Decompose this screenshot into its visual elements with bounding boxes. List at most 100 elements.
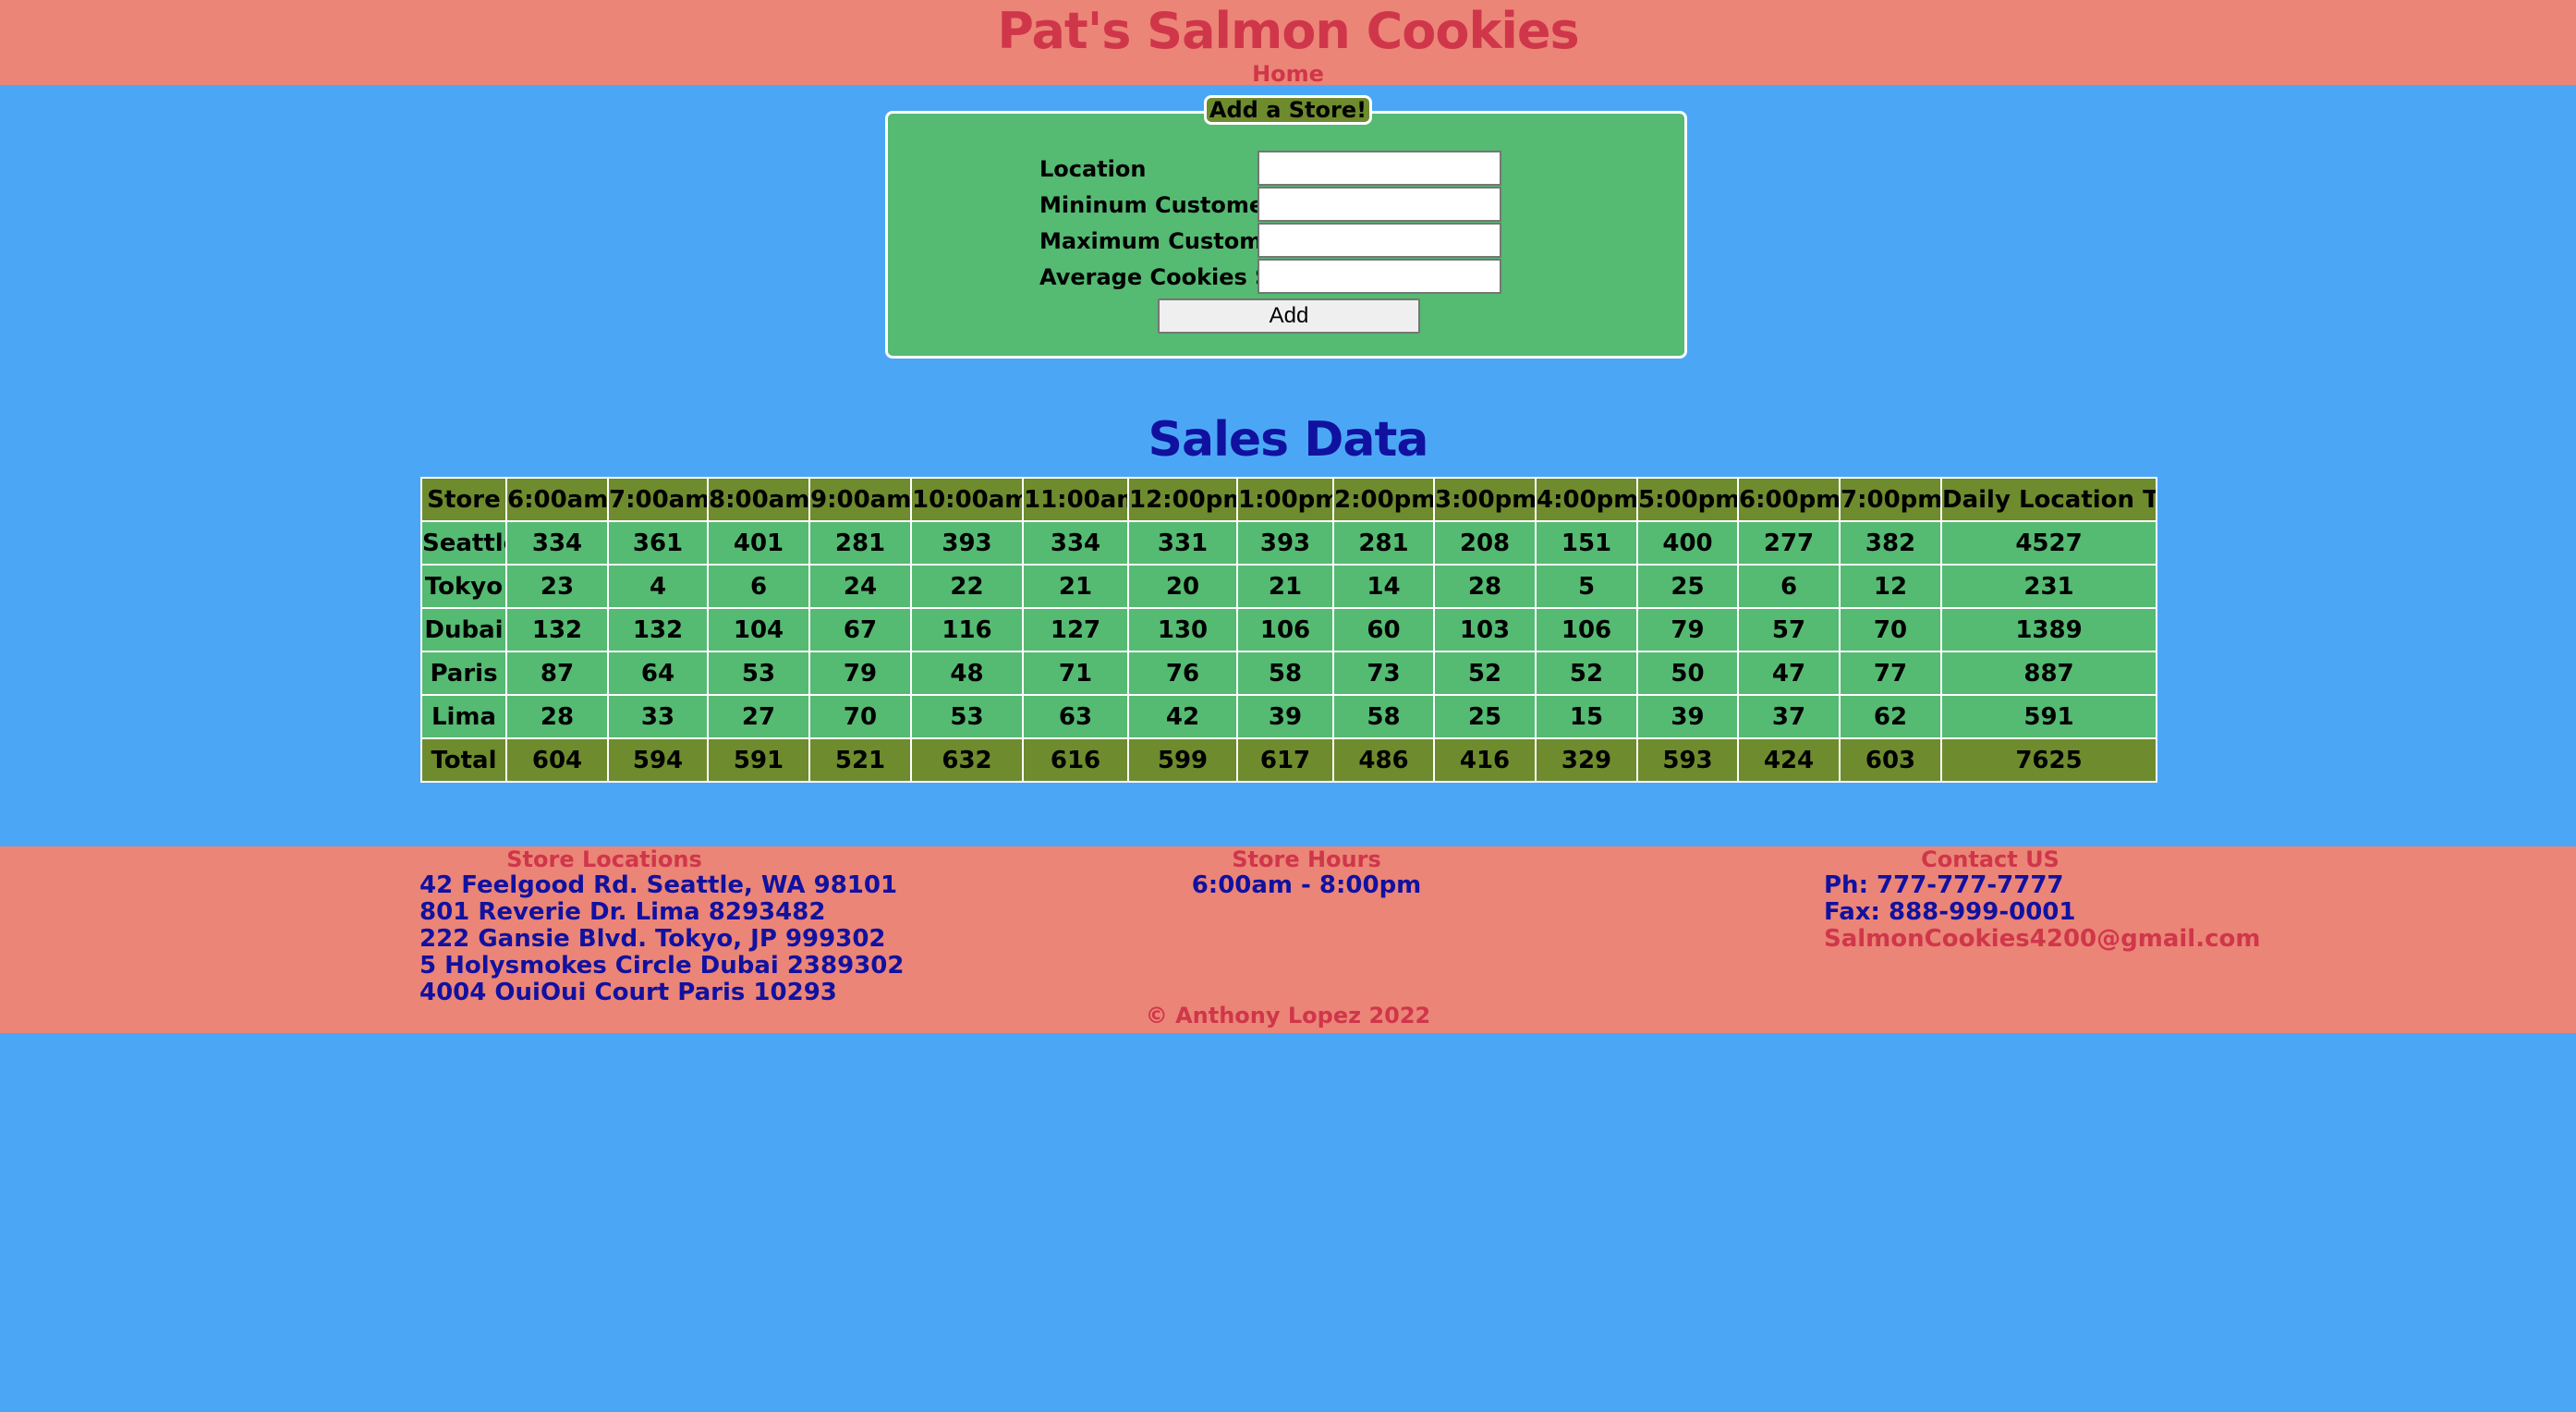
table-header-cell: 10:00am xyxy=(910,477,1024,522)
totals-cell: 594 xyxy=(607,737,709,783)
sales-cell: 132 xyxy=(505,607,609,652)
sales-cell: 887 xyxy=(1940,651,2157,696)
store-hours-heading: Store Hours xyxy=(1232,846,1381,872)
min-customers-row: Mininum Customers xyxy=(1039,187,1557,223)
location-label: Location xyxy=(1039,156,1147,182)
sales-cell: 22 xyxy=(910,564,1024,609)
table-header-cell: Store xyxy=(420,477,507,522)
sales-cell: 400 xyxy=(1636,520,1739,566)
table-row: Seattle334361401281393334331393281208151… xyxy=(420,520,2157,566)
add-store-button[interactable]: Add xyxy=(1158,298,1420,334)
site-title: Pat's Salmon Cookies xyxy=(997,2,1579,60)
sales-cell: 77 xyxy=(1839,651,1942,696)
sales-cell: 132 xyxy=(607,607,709,652)
table-header-cell: 3:00pm xyxy=(1433,477,1537,522)
sales-cell: 52 xyxy=(1535,651,1638,696)
sales-cell: 281 xyxy=(1332,520,1435,566)
sales-cell: 331 xyxy=(1127,520,1238,566)
sales-cell: 591 xyxy=(1940,694,2157,739)
sales-cell: 42 xyxy=(1127,694,1238,739)
contact-email-link[interactable]: SalmonCookies4200@gmail.com xyxy=(1824,925,2260,953)
sales-cell: 106 xyxy=(1236,607,1334,652)
sales-cell: 23 xyxy=(505,564,609,609)
sales-cell: 58 xyxy=(1332,694,1435,739)
location-row: Location xyxy=(1039,151,1557,187)
totals-cell: 617 xyxy=(1236,737,1334,783)
table-header-cell: 7:00pm xyxy=(1839,477,1942,522)
totals-cell: 603 xyxy=(1839,737,1942,783)
sales-table: Store 6:00am 7:00am 8:00am 9:00am 10:00am 11:0… xyxy=(420,477,2157,783)
sales-cell: 28 xyxy=(505,694,609,739)
sales-cell: 116 xyxy=(910,607,1024,652)
min-customers-input[interactable] xyxy=(1258,187,1501,222)
location-input[interactable] xyxy=(1258,151,1501,186)
totals-cell: 416 xyxy=(1433,737,1537,783)
sales-cell: 361 xyxy=(607,520,709,566)
sales-cell: 63 xyxy=(1022,694,1129,739)
location-address: 801 Reverie Dr. Lima 8293482 xyxy=(419,898,826,926)
sales-cell: 87 xyxy=(505,651,609,696)
avg-cookies-row: Average Cookies Sold xyxy=(1039,259,1557,295)
table-header-cell: 11:00am xyxy=(1022,477,1129,522)
table-header-cell: 6:00pm xyxy=(1737,477,1841,522)
sales-cell: 6 xyxy=(707,564,810,609)
sales-cell: 15 xyxy=(1535,694,1638,739)
location-address: 5 Holysmokes Circle Dubai 2389302 xyxy=(419,952,905,980)
sales-cell: 4 xyxy=(607,564,709,609)
table-header-cell: 1:00pm xyxy=(1236,477,1334,522)
totals-cell: 604 xyxy=(505,737,609,783)
min-customers-label: Mininum Customers xyxy=(1039,192,1289,218)
sales-cell: 57 xyxy=(1737,607,1841,652)
table-row: Lima 28 33 27 70 53 63 42 39 58 25 15 39 37 62 591 xyxy=(420,694,2157,739)
sales-cell: 24 xyxy=(808,564,912,609)
sales-cell: 401 xyxy=(707,520,810,566)
table-header-cell: 12:00pm xyxy=(1127,477,1238,522)
add-store-form: Add a Store! Location Mininum Customers … xyxy=(885,95,1687,359)
sales-cell: 25 xyxy=(1433,694,1537,739)
max-customers-input[interactable] xyxy=(1258,223,1501,258)
store-locations-heading: Store Locations xyxy=(506,846,702,872)
sales-cell: 20 xyxy=(1127,564,1238,609)
store-name-cell: Seattle xyxy=(420,520,507,566)
table-header-row: Store 6:00am 7:00am 8:00am 9:00am 10:00am 11:0… xyxy=(420,477,2157,522)
table-header-cell: Daily Location Total xyxy=(1940,477,2157,522)
sales-cell: 130 xyxy=(1127,607,1238,652)
sales-cell: 50 xyxy=(1636,651,1739,696)
sales-cell: 60 xyxy=(1332,607,1435,652)
table-header-cell: 5:00pm xyxy=(1636,477,1739,522)
store-locations-section: Store Locations 42 Feelgood Rd. Seattle,… xyxy=(419,846,905,1006)
table-row: Dubai 132 132 104 67 116 127 130 106 60 103 106 79 57… xyxy=(420,607,2157,652)
table-totals-row: Total 604 594 591 521 632 616 599 617 486 416 329 59… xyxy=(420,737,2157,783)
sales-cell: 62 xyxy=(1839,694,1942,739)
sales-cell: 382 xyxy=(1839,520,1942,566)
sales-cell: 21 xyxy=(1022,564,1129,609)
store-name-cell: Dubai xyxy=(420,607,507,652)
contact-fax: Fax: 888-999-0001 xyxy=(1824,898,2076,926)
sales-cell: 104 xyxy=(707,607,810,652)
sales-cell: 25 xyxy=(1636,564,1739,609)
contact-section: Contact US Ph: 777-777-7777 Fax: 888-999… xyxy=(1824,846,2260,953)
totals-label-cell: Total xyxy=(420,737,507,783)
sales-cell: 27 xyxy=(707,694,810,739)
store-hours-text: 6:00am - 8:00pm xyxy=(1191,871,1422,899)
sales-cell: 231 xyxy=(1940,564,2157,609)
table-header-cell: 4:00pm xyxy=(1535,477,1638,522)
location-address: 42 Feelgood Rd. Seattle, WA 98101 xyxy=(419,871,898,899)
sales-cell: 12 xyxy=(1839,564,1942,609)
sales-cell: 393 xyxy=(910,520,1024,566)
sales-cell: 334 xyxy=(505,520,609,566)
sales-cell: 70 xyxy=(1839,607,1942,652)
sales-cell: 64 xyxy=(607,651,709,696)
sales-cell: 47 xyxy=(1737,651,1841,696)
site-footer: Store Locations 42 Feelgood Rd. Seattle,… xyxy=(0,846,2576,1033)
store-name-cell: Tokyo xyxy=(420,564,507,609)
sales-cell: 106 xyxy=(1535,607,1638,652)
nav-home-link[interactable]: Home xyxy=(1252,61,1324,87)
avg-cookies-input[interactable] xyxy=(1258,259,1501,294)
sales-cell: 71 xyxy=(1022,651,1129,696)
store-hours-section: Store Hours 6:00am - 8:00pm xyxy=(1122,846,1491,899)
totals-cell: 632 xyxy=(910,737,1024,783)
sales-cell: 53 xyxy=(910,694,1024,739)
totals-cell: 521 xyxy=(808,737,912,783)
sales-cell: 6 xyxy=(1737,564,1841,609)
